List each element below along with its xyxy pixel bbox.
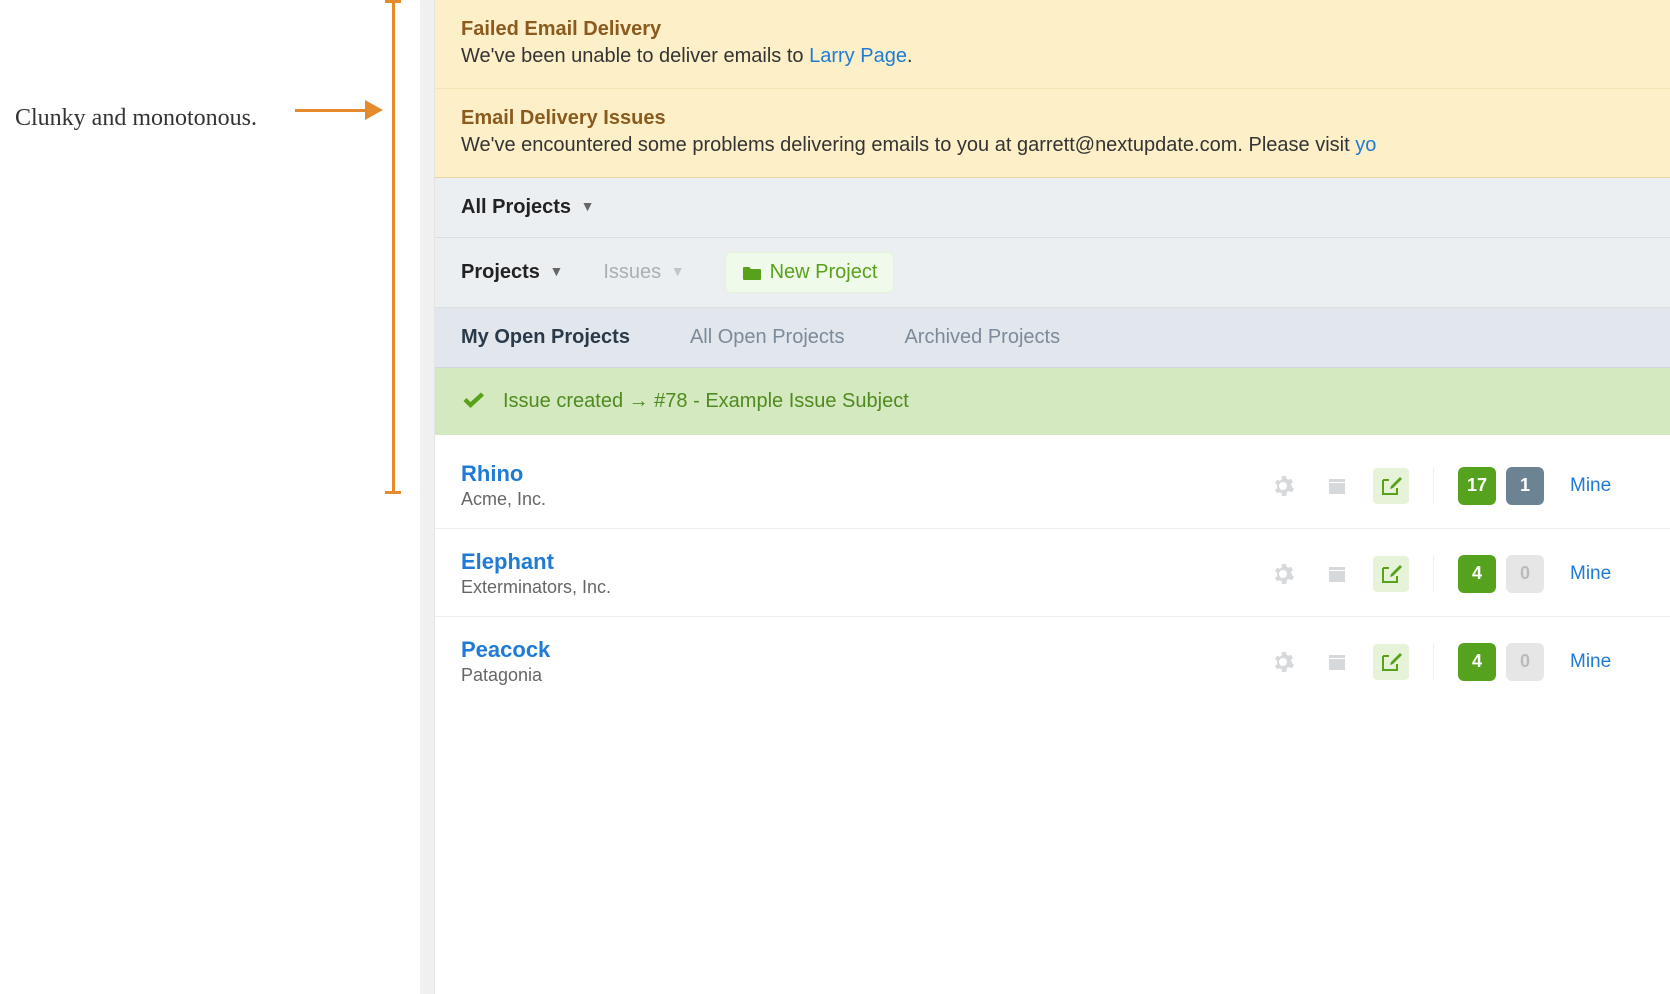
edit-button[interactable]: [1373, 468, 1409, 504]
mine-link[interactable]: Mine: [1570, 475, 1611, 497]
alert-title: Email Delivery Issues: [461, 107, 1644, 130]
edit-button[interactable]: [1373, 644, 1409, 680]
caret-down-icon: ▼: [671, 263, 685, 279]
project-name-link[interactable]: Elephant: [461, 549, 1265, 575]
folder-icon: [742, 265, 762, 281]
toolbar-main: Projects ▼ Issues ▼ New Project: [435, 238, 1670, 308]
project-row: Rhino Acme, Inc.: [435, 441, 1670, 529]
tab-archived-projects[interactable]: Archived Projects: [904, 326, 1060, 349]
calendar-button[interactable]: [1319, 556, 1355, 592]
project-info: Elephant Exterminators, Inc.: [461, 549, 1265, 598]
project-actions: [1265, 468, 1434, 504]
alert-body-text: We've encountered some problems deliveri…: [461, 134, 1355, 156]
pencil-square-icon: [1380, 563, 1402, 585]
calendar-button[interactable]: [1319, 644, 1355, 680]
project-actions: [1265, 644, 1434, 680]
project-company: Acme, Inc.: [461, 489, 1265, 510]
project-info: Peacock Patagonia: [461, 637, 1265, 686]
settings-button[interactable]: [1265, 468, 1301, 504]
toolbar-projects-scope: All Projects ▼: [435, 178, 1670, 238]
pencil-square-icon: [1380, 475, 1402, 497]
alert-body-text: We've been unable to deliver emails to: [461, 45, 809, 67]
gear-icon: [1271, 562, 1295, 586]
count-badge-secondary[interactable]: 0: [1506, 555, 1544, 593]
settings-button[interactable]: [1265, 644, 1301, 680]
project-counts: 4 0 Mine: [1434, 555, 1644, 593]
alert-title: Failed Email Delivery: [461, 18, 1644, 41]
project-counts: 17 1 Mine: [1434, 467, 1644, 505]
mine-link[interactable]: Mine: [1570, 651, 1611, 673]
settings-button[interactable]: [1265, 556, 1301, 592]
alert-body-after: .: [907, 45, 913, 67]
count-badge-primary[interactable]: 4: [1458, 555, 1496, 593]
project-name-link[interactable]: Peacock: [461, 637, 1265, 663]
alert-settings-link[interactable]: yo: [1355, 134, 1376, 156]
dropdown-label: Issues: [603, 261, 661, 283]
calendar-icon: [1325, 474, 1349, 498]
project-name-link[interactable]: Rhino: [461, 461, 1265, 487]
alert-body: We've been unable to deliver emails to L…: [461, 45, 1644, 68]
project-row: Elephant Exterminators, Inc.: [435, 529, 1670, 617]
app-container: Failed Email Delivery We've been unable …: [434, 0, 1670, 994]
alert-failed-delivery: Failed Email Delivery We've been unable …: [435, 0, 1670, 89]
dropdown-label: Projects: [461, 261, 540, 283]
project-counts: 4 0 Mine: [1434, 643, 1644, 681]
project-info: Rhino Acme, Inc.: [461, 461, 1265, 510]
issues-dropdown[interactable]: Issues ▼: [603, 261, 684, 284]
annotation-bracket-icon: [385, 0, 401, 494]
annotation-text: Clunky and monotonous.: [15, 105, 257, 132]
tab-my-open-projects[interactable]: My Open Projects: [461, 326, 630, 349]
project-tabs: My Open Projects All Open Projects Archi…: [435, 308, 1670, 368]
alert-delivery-issues: Email Delivery Issues We've encountered …: [435, 89, 1670, 178]
annotation-arrow-icon: [295, 100, 383, 120]
button-label: New Project: [770, 261, 878, 284]
new-project-button[interactable]: New Project: [725, 252, 895, 293]
projects-dropdown[interactable]: Projects ▼: [461, 261, 563, 284]
flash-success: Issue created → #78 - Example Issue Subj…: [435, 368, 1670, 435]
project-company: Patagonia: [461, 665, 1265, 686]
calendar-icon: [1325, 562, 1349, 586]
edit-button[interactable]: [1373, 556, 1409, 592]
gear-icon: [1271, 474, 1295, 498]
count-badge-primary[interactable]: 4: [1458, 643, 1496, 681]
gear-icon: [1271, 650, 1295, 674]
pencil-square-icon: [1380, 651, 1402, 673]
app-column: Failed Email Delivery We've been unable …: [420, 0, 1670, 994]
all-projects-dropdown[interactable]: All Projects ▼: [461, 196, 594, 218]
caret-down-icon: ▼: [581, 198, 595, 214]
alert-body: We've encountered some problems deliveri…: [461, 134, 1644, 157]
mine-link[interactable]: Mine: [1570, 563, 1611, 585]
calendar-icon: [1325, 650, 1349, 674]
calendar-button[interactable]: [1319, 468, 1355, 504]
alert-recipient-link[interactable]: Larry Page: [809, 45, 907, 67]
check-icon: [461, 391, 487, 413]
dropdown-label: All Projects: [461, 196, 571, 218]
annotation-column: Clunky and monotonous.: [0, 0, 420, 994]
tab-all-open-projects[interactable]: All Open Projects: [690, 326, 845, 349]
count-badge-primary[interactable]: 17: [1458, 467, 1496, 505]
caret-down-icon: ▼: [550, 263, 564, 279]
count-badge-secondary[interactable]: 1: [1506, 467, 1544, 505]
flash-text: Issue created → #78 - Example Issue Subj…: [503, 390, 909, 413]
count-badge-secondary[interactable]: 0: [1506, 643, 1544, 681]
project-company: Exterminators, Inc.: [461, 577, 1265, 598]
project-row: Peacock Patagonia: [435, 617, 1670, 704]
project-list: Rhino Acme, Inc.: [435, 435, 1670, 728]
project-actions: [1265, 556, 1434, 592]
